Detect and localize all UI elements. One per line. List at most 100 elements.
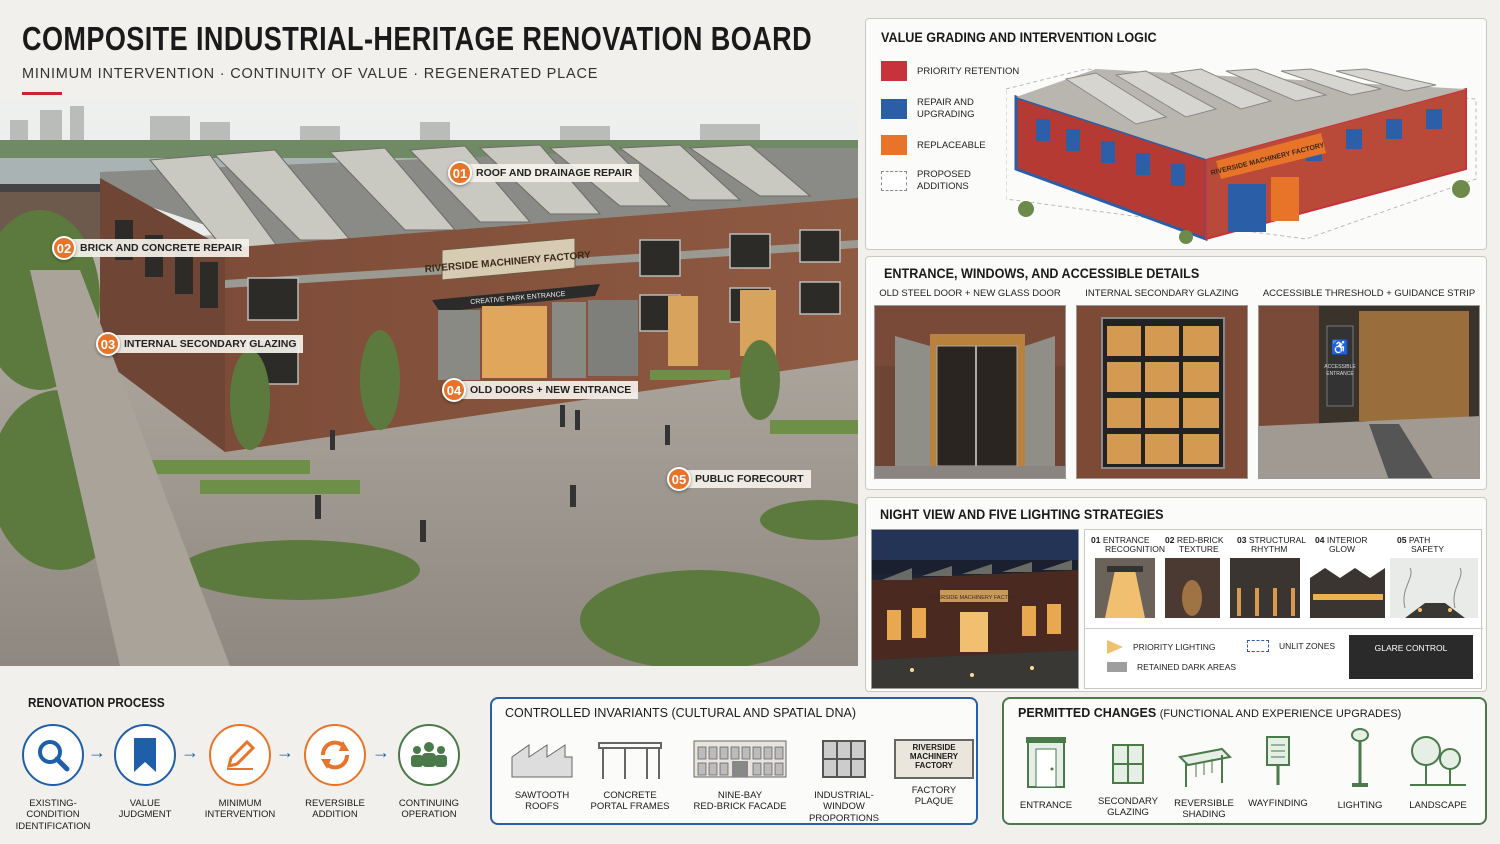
photo-accessible-threshold: ♿ ACCESSIBLE ENTRANCE	[1258, 305, 1480, 479]
step-label: OPERATION	[401, 809, 457, 821]
controlled-invariants-panel: CONTROLLED INVARIANTS (CULTURAL AND SPAT…	[490, 697, 978, 825]
callout-roof-drainage: 01 ROOF AND DRAINAGE REPAIR	[448, 161, 640, 185]
change-lighting: LIGHTING	[1320, 727, 1400, 811]
invariant-label: CONCRETE	[603, 790, 657, 801]
factory-axonometric-diagram: RIVERSIDE MACHINERY FACTORY	[1006, 68, 1477, 244]
step-minimum-intervention: MINIMUM INTERVENTION	[192, 724, 288, 821]
night-view-render: RIVERSIDE MACHINERY FACTORY	[871, 529, 1079, 689]
legend-label: UNLIT ZONES	[1279, 641, 1336, 651]
callout-number: 02	[52, 236, 76, 260]
plaque-text: MACHINERY	[909, 751, 959, 761]
industrial-window-icon	[822, 740, 866, 778]
changes-title-suffix: (FUNCTIONAL AND EXPERIENCE UPGRADES)	[1159, 708, 1402, 720]
callout-brick-concrete: 02 BRICK AND CONCRETE REPAIR	[52, 236, 250, 260]
invariant-sawtooth-roofs: SAWTOOTH ROOFS	[492, 739, 592, 813]
legend-swatch-red	[881, 61, 907, 81]
step-label: INTERVENTION	[204, 809, 276, 821]
change-label: SHADING	[1182, 809, 1226, 821]
step-label: IDENTIFICATION	[15, 820, 91, 832]
change-label: WAYFINDING	[1248, 798, 1308, 809]
night-lighting-panel: NIGHT VIEW AND FIVE LIGHTING STRATEGIES …	[865, 497, 1487, 692]
invariants-title: CONTROLLED INVARIANTS (CULTURAL AND SPAT…	[505, 706, 856, 720]
change-label: REVERSIBLE	[1174, 798, 1234, 809]
strategy-number: 04	[1315, 535, 1325, 545]
strategy-interior-glow: 04 INTERIOR GLOW	[1315, 535, 1367, 555]
step-existing-condition: EXISTING- CONDITION IDENTIFICATION	[5, 724, 101, 832]
changes-title-main: PERMITTED CHANGES	[1018, 706, 1157, 720]
accessible-illustration: ♿ ACCESSIBLE ENTRANCE	[1259, 306, 1479, 478]
invariant-label: RED-BRICK FACADE	[693, 801, 787, 813]
dark-area-icon	[1107, 662, 1127, 672]
invariant-window-proportions: INDUSTRIAL-WINDOW PROPORTIONS	[794, 739, 894, 824]
change-label: SECONDARY	[1097, 796, 1158, 807]
invariant-label: NINE-BAY	[717, 790, 763, 801]
callout-label: PUBLIC FORECOURT	[685, 470, 811, 488]
hero-illustration: RIVERSIDE MACHINERY FACTORY CREATIVE PAR…	[0, 100, 858, 666]
change-landscape: LANDSCAPE	[1398, 733, 1478, 811]
night-factory-sign: RIVERSIDE MACHINERY FACTORY	[928, 595, 1020, 601]
strategy-number: 01	[1091, 535, 1101, 545]
lamp-post-icon	[1351, 728, 1369, 787]
portal-frame-icon	[598, 742, 662, 779]
callout-public-forecourt: 05 PUBLIC FORECOURT	[667, 467, 811, 491]
process-title: RENOVATION PROCESS	[28, 695, 165, 710]
step-reversible-addition: REVERSIBLE ADDITION	[287, 724, 383, 821]
legend-label: RETAINED DARK AREAS	[1137, 662, 1237, 672]
bookmark-icon	[114, 724, 176, 786]
permitted-changes-panel: PERMITTED CHANGES (FUNCTIONAL AND EXPERI…	[1002, 697, 1487, 825]
callout-old-doors: 04 OLD DOORS + NEW ENTRANCE	[442, 378, 639, 402]
magnifier-icon	[22, 724, 84, 786]
glazing-illustration	[1101, 317, 1225, 469]
hero-aerial-render: RIVERSIDE MACHINERY FACTORY CREATIVE PAR…	[0, 100, 858, 666]
legend-swatch-orange	[881, 135, 907, 155]
step-label: EXISTING-	[29, 798, 77, 809]
legend-label: PRIORITY RETENTION	[917, 65, 1020, 77]
strategy-path-safety: 05 PATH SAFETY	[1397, 535, 1445, 555]
callout-label: OLD DOORS + NEW ENTRANCE	[460, 381, 639, 399]
accessible-sign-text: ENTRANCE	[1326, 371, 1354, 377]
strategy-label: SAFETY	[1411, 544, 1445, 555]
changes-title: PERMITTED CHANGES (FUNCTIONAL AND EXPERI…	[1018, 706, 1401, 720]
facade-icon	[693, 740, 787, 778]
night-panel-title: NIGHT VIEW AND FIVE LIGHTING STRATEGIES	[880, 506, 1164, 522]
change-wayfinding: WAYFINDING	[1238, 733, 1318, 809]
caption-accessible-threshold: ACCESSIBLE THRESHOLD + GUIDANCE STRIP	[1262, 288, 1476, 299]
step-label: ADDITION	[312, 809, 358, 821]
strategy-number: 03	[1237, 535, 1247, 545]
night-illustration: RIVERSIDE MACHINERY FACTORY	[872, 530, 1078, 688]
callout-number: 04	[442, 378, 466, 402]
invariant-label: INDUSTRIAL-WINDOW	[814, 790, 874, 813]
lighting-strategies-box: 01 ENTRANCE RECOGNITION 02 RED-BRICK TEX…	[1084, 529, 1483, 689]
factory-plaque-icon: RIVERSIDE MACHINERY FACTORY	[894, 739, 974, 779]
value-grading-panel: VALUE GRADING AND INTERVENTION LOGIC PRI…	[865, 18, 1487, 250]
caption-secondary-glazing: INTERNAL SECONDARY GLAZING	[1085, 288, 1239, 299]
step-label: CONTINUING	[398, 798, 460, 809]
divider	[1085, 628, 1483, 629]
callout-label: BRICK AND CONCRETE REPAIR	[70, 239, 250, 257]
change-label: LANDSCAPE	[1409, 800, 1467, 811]
wheelchair-icon: ♿	[1331, 339, 1348, 356]
entrance-panel-title: ENTRANCE, WINDOWS, AND ACCESSIBLE DETAIL…	[884, 265, 1200, 281]
invariant-label: ROOFS	[525, 801, 559, 813]
strategy-label: TEXTURE	[1179, 544, 1219, 555]
legend-label: PROPOSED	[917, 169, 971, 180]
strategy-red-brick-texture: 02 RED-BRICK TEXTURE	[1165, 535, 1224, 555]
plaque-text: RIVERSIDE	[912, 743, 956, 752]
invariant-factory-plaque: RIVERSIDE MACHINERY FACTORY FACTORY PLAQUE	[884, 739, 984, 808]
step-value-judgment: VALUE JUDGMENT	[97, 724, 193, 821]
entrance-door-icon	[1026, 737, 1066, 788]
legend-label: REPLACEABLE	[917, 139, 986, 151]
invariant-label: PLAQUE	[914, 796, 954, 808]
invariant-label: PORTAL FRAMES	[590, 801, 670, 813]
callout-number: 01	[448, 161, 472, 185]
landscape-trees-icon	[1410, 736, 1466, 786]
change-label: ENTRANCE	[1019, 800, 1073, 811]
legend-retained-dark: RETAINED DARK AREAS	[1107, 662, 1236, 672]
strategy-label: RECOGNITION	[1105, 544, 1165, 555]
secondary-glazing-icon	[1112, 744, 1144, 784]
legend-proposed-additions: PROPOSED ADDITIONS	[881, 169, 971, 193]
step-label: CONDITION	[26, 809, 80, 821]
strategy-entrance-recognition: 01 ENTRANCE RECOGNITION	[1091, 535, 1165, 555]
legend-unlit-zones: UNLIT ZONES	[1247, 640, 1335, 652]
legend-label: REPAIR AND	[917, 97, 974, 108]
